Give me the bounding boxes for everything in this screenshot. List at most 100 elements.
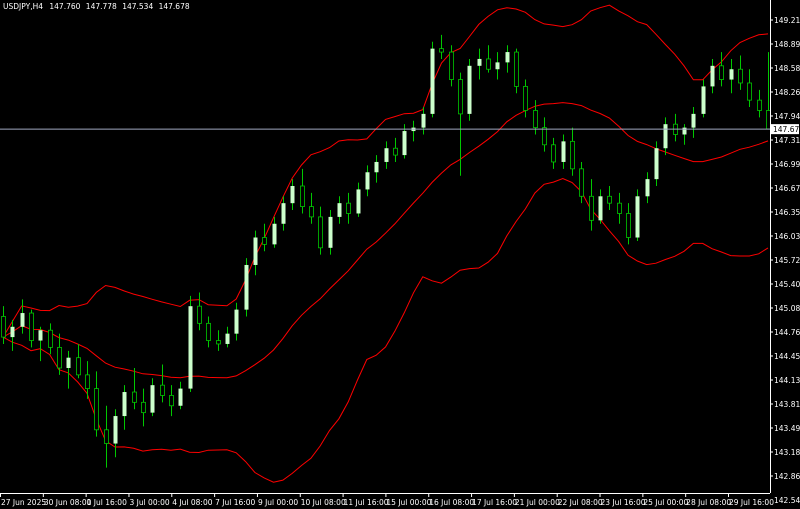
candle-body bbox=[393, 147, 398, 156]
candle-body bbox=[561, 141, 566, 162]
candle-body bbox=[225, 333, 230, 344]
candle-body bbox=[206, 322, 211, 341]
time-tick-label: 29 Jul 16:00 bbox=[729, 498, 774, 507]
time-tick-label: 3 Jul 00:00 bbox=[129, 498, 169, 507]
candle-body bbox=[57, 346, 62, 369]
price-tick-label: 148.260 bbox=[774, 88, 800, 97]
candle-body bbox=[551, 144, 556, 163]
candle-body bbox=[729, 69, 734, 80]
candle-body bbox=[234, 309, 239, 334]
candle-body bbox=[430, 48, 435, 114]
current-price-label: 147.678 bbox=[773, 125, 800, 134]
candle-body bbox=[10, 326, 15, 338]
candle-body bbox=[635, 196, 640, 238]
candle bbox=[188, 295, 193, 393]
time-tick-label: 27 Jun 2025 bbox=[1, 498, 46, 507]
candle-body bbox=[766, 110, 771, 130]
symbol-label: USDJPY bbox=[3, 2, 31, 11]
candle-body bbox=[160, 384, 165, 396]
candle-body bbox=[458, 79, 463, 115]
candle-body bbox=[439, 48, 444, 53]
price-tick-label: 146.670 bbox=[774, 184, 800, 193]
ohlc-close: 147.678 bbox=[159, 2, 190, 11]
price-tick-label: 144.765 bbox=[774, 328, 800, 337]
time-tick-label: 16 Jul 08:00 bbox=[429, 498, 474, 507]
candle-body bbox=[505, 52, 510, 63]
price-tick-label: 143.815 bbox=[774, 400, 800, 409]
candle-body bbox=[356, 189, 361, 214]
candle-body bbox=[318, 216, 323, 249]
price-tick-label: 145.720 bbox=[774, 256, 800, 265]
time-tick-label: 4 Jul 08:00 bbox=[172, 498, 212, 507]
price-tick-label: 142.860 bbox=[774, 472, 800, 481]
candle-body bbox=[384, 148, 389, 162]
candle-body bbox=[216, 340, 221, 345]
price-tick-label: 147.310 bbox=[774, 136, 800, 145]
candle-body bbox=[38, 330, 43, 341]
time-tick-label: 22 Jul 08:00 bbox=[558, 498, 603, 507]
candle bbox=[430, 41, 435, 118]
candle-body bbox=[663, 124, 668, 149]
price-tick-label: 144.130 bbox=[774, 376, 800, 385]
ohlc-high: 147.778 bbox=[86, 2, 117, 11]
time-tick-label: 23 Jul 16:00 bbox=[601, 498, 646, 507]
candle-body bbox=[374, 161, 379, 173]
candle-body bbox=[150, 385, 155, 413]
candle-body bbox=[654, 148, 659, 180]
price-tick-label: 147.945 bbox=[774, 112, 800, 121]
candle-body bbox=[309, 206, 314, 218]
price-axis: 149.215 148.890 148.580 148.260 147.945 147.3… bbox=[770, 16, 800, 505]
time-tick-label: 28 Jul 08:00 bbox=[686, 498, 731, 507]
price-tick-label: 145.085 bbox=[774, 304, 800, 313]
candle-body bbox=[710, 65, 715, 87]
chart-title: USDJPY,H4 147.760 147.778 147.534 147.67… bbox=[3, 2, 190, 11]
candle-body bbox=[20, 313, 25, 327]
price-chart[interactable]: 149.215 148.890 148.580 148.260 147.945 147.3… bbox=[0, 0, 800, 509]
time-tick-label: 1 Jul 16:00 bbox=[87, 498, 127, 507]
candle-body bbox=[449, 51, 454, 80]
candle-body bbox=[132, 391, 137, 403]
candle-body bbox=[328, 216, 333, 248]
price-tick-label: 142.540 bbox=[774, 496, 800, 505]
candle-body bbox=[188, 306, 193, 389]
time-tick-label: 11 Jul 16:00 bbox=[344, 498, 389, 507]
candle-body bbox=[94, 388, 99, 431]
price-tick-label: 146.035 bbox=[774, 232, 800, 241]
time-tick-label: 21 Jul 00:00 bbox=[515, 498, 560, 507]
price-tick-label: 148.890 bbox=[774, 40, 800, 49]
candle-body bbox=[598, 196, 603, 221]
candle-body bbox=[607, 195, 612, 204]
candle-body bbox=[523, 86, 528, 111]
candle-body bbox=[467, 65, 472, 114]
candle-body bbox=[29, 312, 34, 341]
candle-body bbox=[141, 401, 146, 414]
candle-body bbox=[85, 374, 90, 389]
candle-body bbox=[262, 237, 267, 245]
candle-body bbox=[533, 110, 538, 129]
candle-body bbox=[579, 168, 584, 197]
price-tick-label: 143.180 bbox=[774, 448, 800, 457]
candle bbox=[244, 258, 249, 317]
price-tick-label: 145.400 bbox=[774, 280, 800, 289]
candle-body bbox=[495, 62, 500, 70]
candle-body bbox=[589, 195, 594, 221]
time-tick-label: 17 Jul 16:00 bbox=[472, 498, 517, 507]
candle-body bbox=[691, 113, 696, 128]
current-price-tag: 147.678 bbox=[771, 124, 800, 135]
candle-body bbox=[76, 357, 81, 376]
candle-body bbox=[281, 203, 286, 224]
candle-body bbox=[570, 140, 575, 170]
candle-body bbox=[122, 392, 127, 417]
candle-body bbox=[337, 203, 342, 217]
time-tick-label: 7 Jul 16:00 bbox=[215, 498, 255, 507]
time-tick-label: 25 Jul 00:00 bbox=[643, 498, 688, 507]
candle-body bbox=[365, 172, 370, 190]
candle-body bbox=[1, 316, 6, 338]
chart-background bbox=[0, 0, 800, 509]
candle-body bbox=[747, 82, 752, 101]
candle-body bbox=[757, 99, 762, 111]
time-tick-label: 10 Jul 08:00 bbox=[301, 498, 346, 507]
candle-body bbox=[421, 113, 426, 128]
candle-body bbox=[48, 329, 53, 348]
candle-body bbox=[272, 223, 277, 245]
